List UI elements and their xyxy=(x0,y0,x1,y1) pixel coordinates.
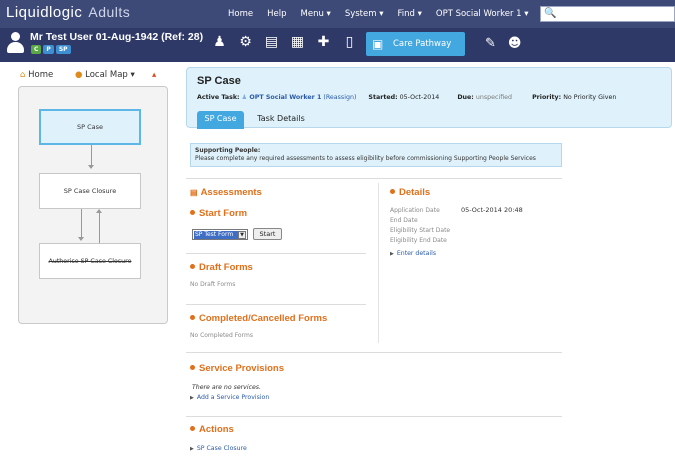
completed-forms-empty: No Completed Forms xyxy=(190,332,253,339)
menu-home[interactable]: Home xyxy=(228,9,253,19)
person-icon[interactable]: ♟ xyxy=(212,35,227,50)
group-icon[interactable]: ☻ xyxy=(508,36,522,51)
completed-forms-heading: Completed/Cancelled Forms xyxy=(190,313,327,324)
detail-label: Eligibility Start Date xyxy=(390,227,451,234)
menu-find[interactable]: Find ▾ xyxy=(397,9,421,19)
assignee-link[interactable]: ♟ OPT Social Worker 1 xyxy=(242,94,322,101)
divider xyxy=(186,253,366,254)
case-meta: Active Task: ♟ OPT Social Worker 1 (Reas… xyxy=(197,94,617,101)
info-message: Supporting People: Please complete any re… xyxy=(190,143,562,167)
page-title: SP Case xyxy=(197,75,241,87)
person-icon: ♟ xyxy=(241,94,248,101)
app-logo[interactable]: Liquidlogic Adults xyxy=(6,4,130,21)
home-icon: ⌂ xyxy=(20,70,26,80)
divider xyxy=(186,352,562,353)
menu-system[interactable]: System ▾ xyxy=(345,9,384,19)
book-icon[interactable]: ▤ xyxy=(264,35,279,50)
draft-forms-heading: Draft Forms xyxy=(190,262,253,273)
search-input[interactable]: 🔍 xyxy=(540,6,675,22)
pin-icon[interactable]: ▴ xyxy=(152,70,156,80)
assessments-heading: ▤ Assessments xyxy=(190,187,262,198)
search-icon[interactable]: 🔍 xyxy=(544,8,556,19)
map-home-link[interactable]: ⌂ Home xyxy=(20,70,53,80)
menu-help[interactable]: Help xyxy=(267,9,286,19)
folder-icon[interactable]: ▦ xyxy=(290,35,305,50)
menu-user[interactable]: OPT Social Worker 1 ▾ xyxy=(436,9,529,19)
enter-details-link[interactable]: ▶ Enter details xyxy=(390,250,436,257)
start-form-heading: Start Form xyxy=(190,208,247,219)
detail-value: 05-Oct-2014 20:48 xyxy=(461,206,523,214)
map-connector xyxy=(99,213,100,243)
map-toolbar: ⌂ Home ● Local Map ▾ ▴ xyxy=(18,67,168,85)
form-type-select[interactable]: SP Test Form ▼ xyxy=(192,229,248,240)
detail-label: End Date xyxy=(390,217,418,224)
map-icon: ● xyxy=(75,70,83,80)
local-map-dropdown[interactable]: ● Local Map ▾ xyxy=(75,70,135,80)
column-divider xyxy=(378,183,379,343)
menu-menu[interactable]: Menu ▾ xyxy=(301,9,331,19)
person-icon xyxy=(6,32,24,54)
badge-p: P xyxy=(43,45,54,54)
gear-icon[interactable]: ⚙ xyxy=(238,35,253,50)
top-menu: Home Help Menu ▾ System ▾ Find ▾ OPT Soc… xyxy=(228,9,529,19)
arrow-up-icon xyxy=(96,209,102,213)
badge-c: C xyxy=(31,45,42,54)
clipboard-icon: ▤ xyxy=(190,188,198,197)
detail-label: Application Date xyxy=(390,207,440,214)
divider xyxy=(186,178,562,179)
arrow-down-icon xyxy=(78,237,84,241)
map-connector xyxy=(91,145,92,165)
reassign-link[interactable]: (Reassign) xyxy=(323,94,356,101)
service-user-name[interactable]: Mr Test User 01-Aug-1942 (Ref: 28) xyxy=(30,31,203,43)
service-provisions-heading: Service Provisions xyxy=(190,363,284,374)
start-form-button[interactable]: Start xyxy=(253,228,282,240)
document-icon[interactable]: ▯ xyxy=(342,35,357,50)
extra-toolbar-icons: ✎ ☻ xyxy=(485,36,521,51)
divider xyxy=(186,304,366,305)
details-heading: Details xyxy=(390,187,430,198)
user-context-bar: Mr Test User 01-Aug-1942 (Ref: 28) C P S… xyxy=(0,28,675,62)
top-navigation-bar: Liquidlogic Adults Home Help Menu ▾ Syste… xyxy=(0,0,675,28)
no-services-text: There are no services. xyxy=(192,384,261,391)
add-service-provision-link[interactable]: ▶ Add a Service Provision xyxy=(190,394,269,401)
product-name: Adults xyxy=(88,4,131,20)
detail-label: Eligibility End Date xyxy=(390,237,447,244)
sp-case-closure-action-link[interactable]: ▶ SP Case Closure xyxy=(190,445,247,452)
local-map-panel: SP Case SP Case Closure Authorise SP Cas… xyxy=(18,86,168,324)
divider xyxy=(186,416,562,417)
draft-forms-empty: No Draft Forms xyxy=(190,281,236,288)
care-pathway-button[interactable]: ▣ Care Pathway xyxy=(366,32,465,56)
actions-heading: Actions xyxy=(190,424,234,435)
note-icon[interactable]: ✎ xyxy=(485,36,496,51)
map-node-sp-case-closure[interactable]: SP Case Closure xyxy=(39,173,141,209)
case-header: SP Case Active Task: ♟ OPT Social Worker… xyxy=(186,67,672,129)
toolbar-icons: ♟ ⚙ ▤ ▦ ✚ ▯ xyxy=(212,35,357,50)
badge-sp: SP xyxy=(55,45,71,54)
plus-icon[interactable]: ✚ xyxy=(316,35,331,50)
involvement-badges: C P SP xyxy=(31,45,71,54)
map-node-sp-case[interactable]: SP Case xyxy=(39,109,141,145)
map-connector xyxy=(81,209,82,239)
monitor-icon: ▣ xyxy=(372,37,384,51)
tab-task-details[interactable]: Task Details xyxy=(251,111,311,129)
arrow-down-icon xyxy=(88,165,94,169)
tab-sp-case[interactable]: SP Case xyxy=(197,111,244,129)
map-node-authorise-closure[interactable]: Authorise SP Case Closure xyxy=(39,243,141,279)
chevron-down-icon[interactable]: ▼ xyxy=(238,231,246,239)
